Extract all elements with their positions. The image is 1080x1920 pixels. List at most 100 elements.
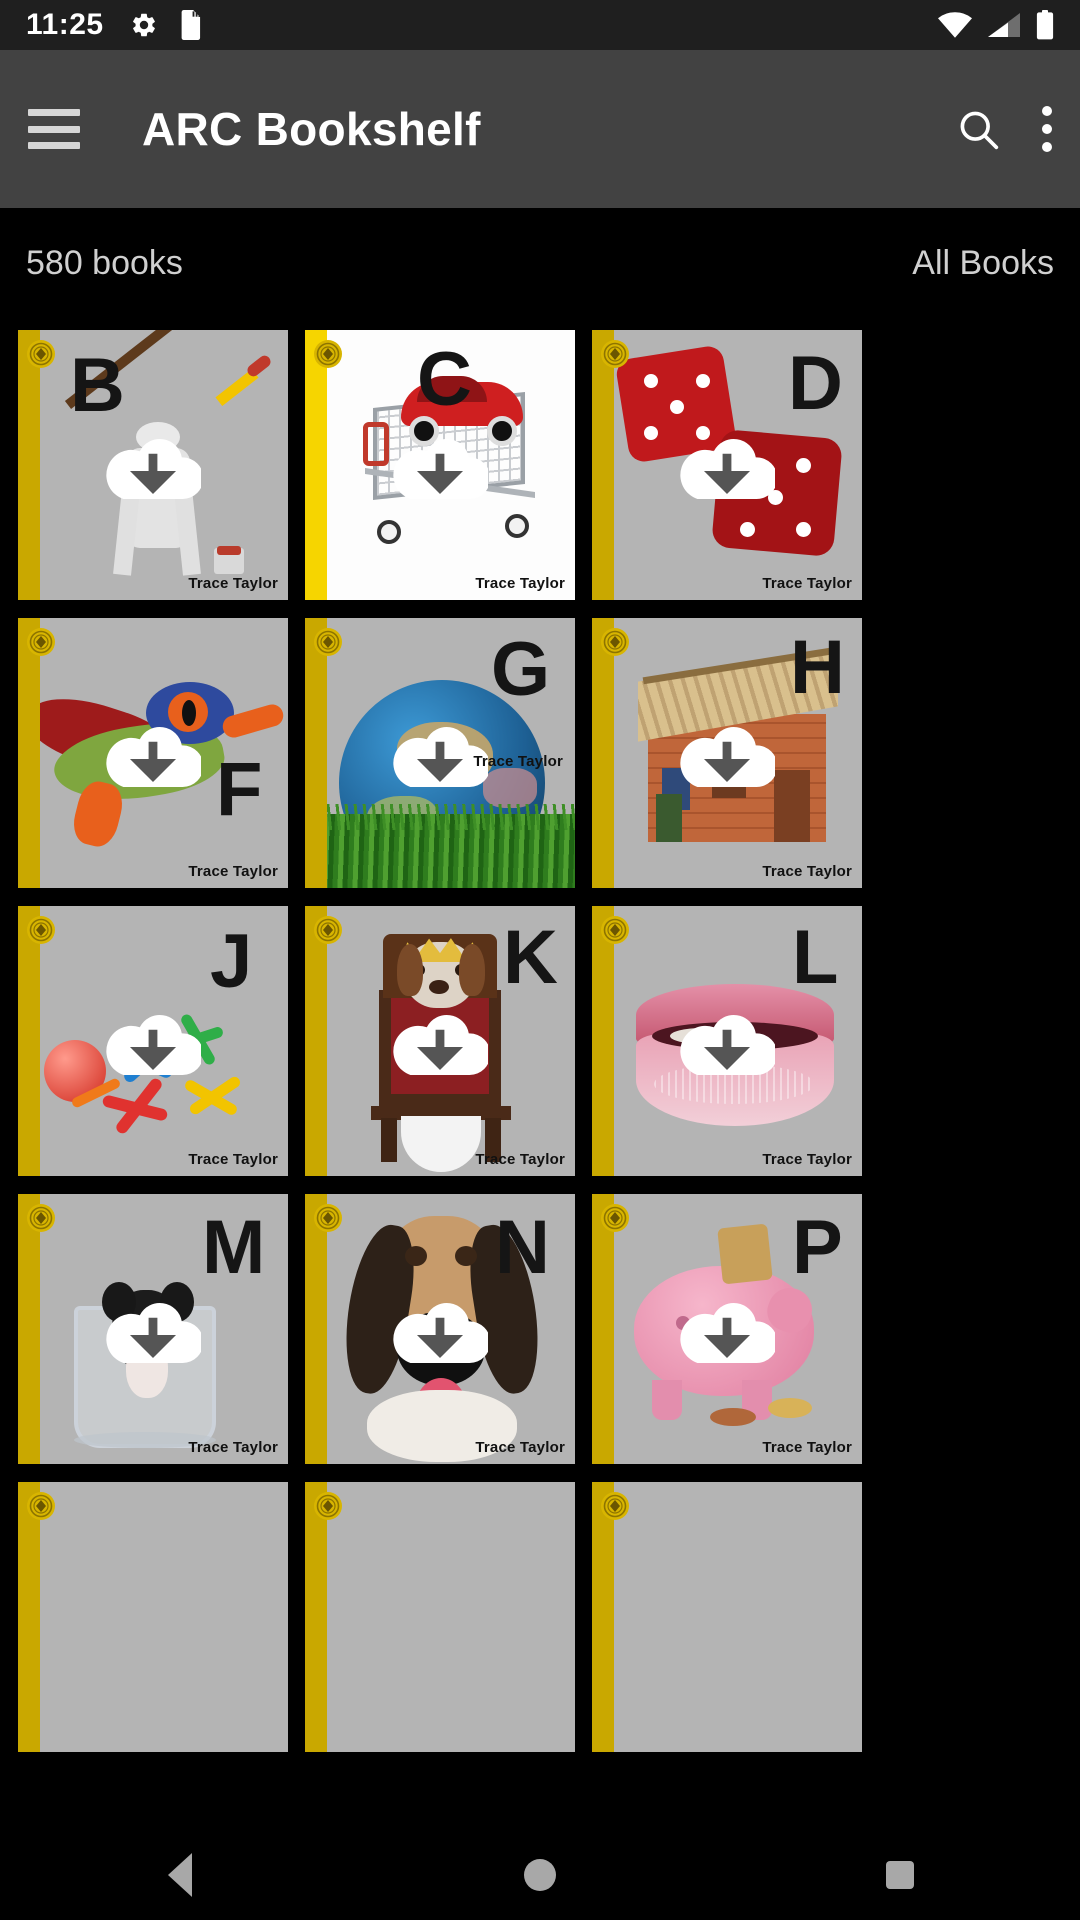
book-letter: N xyxy=(495,1205,550,1290)
cover-artwork xyxy=(305,1482,575,1752)
android-navigation-bar xyxy=(0,1830,1080,1920)
award-seal-icon xyxy=(313,1203,343,1233)
cover-artwork xyxy=(18,1482,288,1752)
cloud-download-icon[interactable] xyxy=(679,718,775,788)
award-seal-icon xyxy=(600,627,630,657)
book-spine xyxy=(592,1482,614,1752)
book-author-caption: Trace Taylor xyxy=(762,863,852,880)
overflow-dot xyxy=(1042,106,1052,116)
hamburger-line xyxy=(28,142,80,149)
award-seal-icon xyxy=(26,339,56,369)
book-spine xyxy=(592,330,614,600)
book-author-caption: Trace Taylor xyxy=(475,575,565,592)
book-letter: L xyxy=(792,915,839,1000)
book-tile[interactable]: M Trace Taylor xyxy=(18,1194,288,1464)
book-tile[interactable]: K Trace Taylor xyxy=(305,906,575,1176)
book-spine xyxy=(18,618,40,888)
book-tile[interactable] xyxy=(305,1482,575,1752)
book-author-caption: Trace Taylor xyxy=(188,575,278,592)
book-author-caption: Trace Taylor xyxy=(475,1151,565,1168)
app-bar: ARC Bookshelf xyxy=(0,50,1080,208)
book-tile[interactable]: F Trace Taylor xyxy=(18,618,288,888)
book-spine xyxy=(305,330,327,600)
status-bar-system-icons xyxy=(938,10,1054,40)
wifi-icon xyxy=(938,12,972,38)
award-seal-icon xyxy=(313,915,343,945)
award-seal-icon xyxy=(26,915,56,945)
book-spine xyxy=(305,1194,327,1464)
book-spine xyxy=(592,1194,614,1464)
cloud-download-icon[interactable] xyxy=(679,1294,775,1364)
book-tile[interactable] xyxy=(592,1482,862,1752)
cloud-download-icon[interactable] xyxy=(392,430,488,500)
book-tile[interactable]: B Trace Taylor xyxy=(18,330,288,600)
book-letter: P xyxy=(792,1205,843,1290)
battery-icon xyxy=(1036,10,1054,40)
book-grid[interactable]: B Trace Taylor C Trace Taylor D Trace Ta… xyxy=(18,330,1062,1830)
back-triangle-icon[interactable] xyxy=(120,1830,240,1920)
status-bar-clock: 11:25 xyxy=(26,8,104,41)
award-seal-icon xyxy=(26,627,56,657)
book-spine xyxy=(305,906,327,1176)
recents-square-icon[interactable] xyxy=(840,1830,960,1920)
book-author-caption: Trace Taylor xyxy=(188,863,278,880)
book-tile[interactable] xyxy=(18,1482,288,1752)
status-bar-notification-icons xyxy=(130,10,204,40)
book-letter: B xyxy=(70,343,125,428)
cloud-download-icon[interactable] xyxy=(392,1006,488,1076)
book-author-caption: Trace Taylor xyxy=(762,1151,852,1168)
cloud-download-icon[interactable] xyxy=(105,430,201,500)
status-bar: 11:25 xyxy=(0,0,1080,50)
award-seal-icon xyxy=(26,1203,56,1233)
book-spine xyxy=(305,618,327,888)
overflow-dot xyxy=(1042,142,1052,152)
cloud-download-icon[interactable] xyxy=(105,1294,201,1364)
shelf-filter-label[interactable]: All Books xyxy=(912,244,1054,283)
book-author-caption: Trace Taylor xyxy=(475,1439,565,1456)
cloud-download-icon[interactable] xyxy=(105,1006,201,1076)
award-seal-icon xyxy=(600,339,630,369)
book-letter: F xyxy=(216,747,263,832)
book-author-caption: Trace Taylor xyxy=(762,1439,852,1456)
book-tile[interactable]: J Trace Taylor xyxy=(18,906,288,1176)
book-tile[interactable]: C Trace Taylor xyxy=(305,330,575,600)
book-author-caption: Trace Taylor xyxy=(188,1439,278,1456)
book-letter: C xyxy=(417,337,472,422)
book-letter: D xyxy=(788,341,843,426)
page-title: ARC Bookshelf xyxy=(142,103,481,155)
more-vertical-icon[interactable] xyxy=(1042,106,1052,152)
book-spine xyxy=(18,906,40,1176)
book-tile[interactable]: G Trace Taylor xyxy=(305,618,575,888)
app-screen: 11:25 ARC Bookshelf 580 books All Books … xyxy=(0,0,1080,1920)
book-letter: G xyxy=(491,627,551,712)
home-circle-icon[interactable] xyxy=(480,1830,600,1920)
book-count-label: 580 books xyxy=(26,243,183,282)
book-spine xyxy=(18,1482,40,1752)
book-spine xyxy=(18,330,40,600)
gear-icon xyxy=(130,11,158,39)
book-tile[interactable]: D Trace Taylor xyxy=(592,330,862,600)
book-letter: J xyxy=(210,919,253,1004)
hamburger-menu-icon[interactable] xyxy=(28,109,80,149)
award-seal-icon xyxy=(313,339,343,369)
book-letter: M xyxy=(202,1205,266,1290)
book-tile[interactable]: N Trace Taylor xyxy=(305,1194,575,1464)
book-author-caption: Trace Taylor xyxy=(188,1151,278,1168)
search-icon[interactable] xyxy=(956,107,1000,151)
cell-signal-icon xyxy=(988,12,1020,38)
cloud-download-icon[interactable] xyxy=(392,1294,488,1364)
cloud-download-icon[interactable] xyxy=(679,430,775,500)
cloud-download-icon[interactable] xyxy=(105,718,201,788)
hamburger-line xyxy=(28,109,80,116)
cloud-download-icon[interactable] xyxy=(679,1006,775,1076)
book-tile[interactable]: P Trace Taylor xyxy=(592,1194,862,1464)
award-seal-icon xyxy=(600,1491,630,1521)
award-seal-icon xyxy=(313,1491,343,1521)
award-seal-icon xyxy=(600,1203,630,1233)
hamburger-line xyxy=(28,125,80,133)
book-tile[interactable]: L Trace Taylor xyxy=(592,906,862,1176)
book-tile[interactable]: H Trace Taylor xyxy=(592,618,862,888)
book-letter: H xyxy=(790,625,845,710)
book-author-caption: Trace Taylor xyxy=(762,575,852,592)
overflow-dot xyxy=(1042,124,1052,134)
